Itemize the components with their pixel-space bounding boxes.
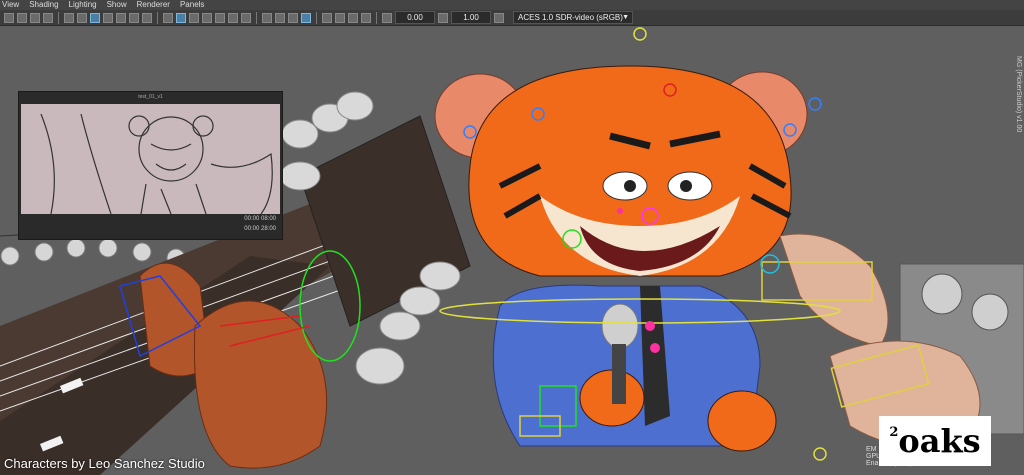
- wireframe-icon[interactable]: [163, 12, 173, 23]
- reference-thumbnail[interactable]: test_01_v1 00:00 08:00 00:00 28:00: [18, 91, 283, 240]
- toolbar-divider: [157, 11, 158, 24]
- safe-title-icon[interactable]: [142, 12, 152, 23]
- side-panel-label: MG (PickerStudio) v1.00: [1015, 56, 1022, 133]
- use-default-material-icon[interactable]: [189, 12, 199, 23]
- thumbnail-timecode-current: 00:00 08:00: [244, 216, 276, 222]
- view-transform-value: ACES 1.0 SDR-video (sRGB): [518, 13, 623, 22]
- exposure-field[interactable]: 0.00: [395, 11, 435, 24]
- gamma-icon[interactable]: [438, 12, 448, 23]
- tiger-character: [434, 65, 808, 452]
- thumbnail-title: test_01_v1: [138, 94, 163, 100]
- menu-bar: View Shading Lighting Show Renderer Pane…: [0, 0, 1024, 10]
- smooth-shade-icon[interactable]: [176, 12, 186, 23]
- use-all-lights-icon[interactable]: [228, 12, 238, 23]
- gate-mask-icon[interactable]: [103, 12, 113, 23]
- gamma-field[interactable]: 1.00: [451, 11, 491, 24]
- motion-blur-icon[interactable]: [275, 12, 285, 23]
- isolate-select-icon[interactable]: [322, 12, 332, 23]
- screen-space-ao-icon[interactable]: [262, 12, 272, 23]
- multisample-aa-icon[interactable]: [288, 12, 298, 23]
- xray-components-icon[interactable]: [361, 12, 371, 23]
- 3d-viewport[interactable]: MG (PickerStudio) v1.00 test_01_v1 00:00…: [0, 26, 1024, 475]
- color-management-icon[interactable]: [494, 12, 504, 23]
- film-gate-icon[interactable]: [77, 12, 87, 23]
- textured-icon[interactable]: [215, 12, 225, 23]
- menu-lighting[interactable]: Lighting: [69, 0, 97, 10]
- menu-view[interactable]: View: [2, 0, 19, 10]
- storyboard-sketch: [21, 104, 280, 215]
- field-chart-icon[interactable]: [116, 12, 126, 23]
- logo-superscript: 2: [889, 425, 899, 440]
- character-credit: Characters by Leo Sanchez Studio: [4, 456, 205, 471]
- menu-renderer[interactable]: Renderer: [137, 0, 170, 10]
- depth-of-field-icon[interactable]: [301, 12, 311, 23]
- bookmark-icon[interactable]: [17, 12, 27, 23]
- toolbar-divider: [256, 11, 257, 24]
- viewport-toolbar: 0.00 1.00 ACES 1.0 SDR-video (sRGB) ▼: [0, 10, 1024, 26]
- toolbar-divider: [376, 11, 377, 24]
- grid-icon[interactable]: [64, 12, 74, 23]
- 2d-pan-icon[interactable]: [43, 12, 53, 23]
- camera-attributes-icon[interactable]: [4, 12, 14, 23]
- toolbar-divider: [316, 11, 317, 24]
- chevron-down-icon: ▼: [622, 14, 629, 21]
- toolbar-divider: [58, 11, 59, 24]
- view-transform-select[interactable]: ACES 1.0 SDR-video (sRGB) ▼: [513, 11, 633, 24]
- resolution-gate-icon[interactable]: [90, 12, 100, 23]
- safe-action-icon[interactable]: [129, 12, 139, 23]
- image-plane-icon[interactable]: [30, 12, 40, 23]
- menu-panels[interactable]: Panels: [180, 0, 204, 10]
- menu-shading[interactable]: Shading: [29, 0, 58, 10]
- thumbnail-timecode-total: 00:00 28:00: [244, 226, 276, 232]
- exposure-icon[interactable]: [382, 12, 392, 23]
- logo-word: oaks: [898, 422, 981, 460]
- shadows-icon[interactable]: [241, 12, 251, 23]
- wireframe-on-shaded-icon[interactable]: [202, 12, 212, 23]
- xray-icon[interactable]: [335, 12, 345, 23]
- menu-show[interactable]: Show: [107, 0, 127, 10]
- studio-logo: 2oaks: [879, 416, 991, 466]
- xray-joints-icon[interactable]: [348, 12, 358, 23]
